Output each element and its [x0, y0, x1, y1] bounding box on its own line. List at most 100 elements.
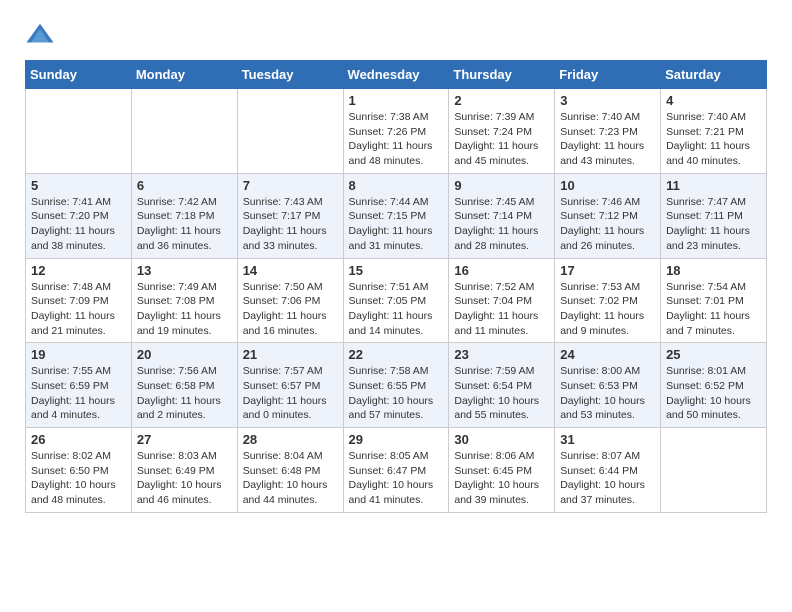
day-info: Sunrise: 7:38 AM Sunset: 7:26 PM Dayligh… — [349, 110, 444, 169]
day-number: 21 — [243, 347, 338, 362]
calendar-week-row: 19 Sunrise: 7:55 AM Sunset: 6:59 PM Dayli… — [26, 343, 767, 428]
day-info: Sunrise: 7:57 AM Sunset: 6:57 PM Dayligh… — [243, 364, 338, 423]
calendar-day-cell: 23 Sunrise: 7:59 AM Sunset: 6:54 PM Dayli… — [449, 343, 555, 428]
calendar-day-header: Friday — [555, 61, 661, 89]
calendar-day-cell: 26 Sunrise: 8:02 AM Sunset: 6:50 PM Dayli… — [26, 428, 132, 513]
calendar-week-row: 1 Sunrise: 7:38 AM Sunset: 7:26 PM Daylig… — [26, 89, 767, 174]
day-info: Sunrise: 7:51 AM Sunset: 7:05 PM Dayligh… — [349, 280, 444, 339]
calendar-day-cell: 11 Sunrise: 7:47 AM Sunset: 7:11 PM Dayli… — [661, 173, 767, 258]
calendar-day-cell: 4 Sunrise: 7:40 AM Sunset: 7:21 PM Daylig… — [661, 89, 767, 174]
day-info: Sunrise: 7:47 AM Sunset: 7:11 PM Dayligh… — [666, 195, 761, 254]
calendar-week-row: 26 Sunrise: 8:02 AM Sunset: 6:50 PM Dayli… — [26, 428, 767, 513]
day-info: Sunrise: 7:40 AM Sunset: 7:21 PM Dayligh… — [666, 110, 761, 169]
day-info: Sunrise: 7:48 AM Sunset: 7:09 PM Dayligh… — [31, 280, 126, 339]
page-header — [10, 10, 782, 55]
day-info: Sunrise: 7:59 AM Sunset: 6:54 PM Dayligh… — [454, 364, 549, 423]
day-number: 14 — [243, 263, 338, 278]
day-number: 2 — [454, 93, 549, 108]
calendar-day-cell: 13Sunrise: 7:49 AM Sunset: 7:08 PM Dayli… — [131, 258, 237, 343]
calendar-day-cell: 31 Sunrise: 8:07 AM Sunset: 6:44 PM Dayli… — [555, 428, 661, 513]
day-info: Sunrise: 7:55 AM Sunset: 6:59 PM Dayligh… — [31, 364, 126, 423]
calendar-day-cell: 10Sunrise: 7:46 AM Sunset: 7:12 PM Dayli… — [555, 173, 661, 258]
calendar-day-cell: 9Sunrise: 7:45 AM Sunset: 7:14 PM Daylig… — [449, 173, 555, 258]
day-info: Sunrise: 8:00 AM Sunset: 6:53 PM Dayligh… — [560, 364, 655, 423]
day-info: Sunrise: 8:03 AM Sunset: 6:49 PM Dayligh… — [137, 449, 232, 508]
calendar-header-row: SundayMondayTuesdayWednesdayThursdayFrid… — [26, 61, 767, 89]
day-info: Sunrise: 7:58 AM Sunset: 6:55 PM Dayligh… — [349, 364, 444, 423]
day-info: Sunrise: 7:43 AM Sunset: 7:17 PM Dayligh… — [243, 195, 338, 254]
calendar-day-cell: 27 Sunrise: 8:03 AM Sunset: 6:49 PM Dayli… — [131, 428, 237, 513]
day-number: 16 — [454, 263, 549, 278]
day-number: 23 — [454, 347, 549, 362]
day-number: 22 — [349, 347, 444, 362]
day-info: Sunrise: 7:50 AM Sunset: 7:06 PM Dayligh… — [243, 280, 338, 339]
calendar-day-cell: 18 Sunrise: 7:54 AM Sunset: 7:01 PM Dayli… — [661, 258, 767, 343]
calendar-day-cell — [661, 428, 767, 513]
day-info: Sunrise: 7:54 AM Sunset: 7:01 PM Dayligh… — [666, 280, 761, 339]
day-info: Sunrise: 7:44 AM Sunset: 7:15 PM Dayligh… — [349, 195, 444, 254]
calendar-week-row: 5Sunrise: 7:41 AM Sunset: 7:20 PM Daylig… — [26, 173, 767, 258]
day-number: 26 — [31, 432, 126, 447]
calendar-day-header: Monday — [131, 61, 237, 89]
calendar-day-cell: 16 Sunrise: 7:52 AM Sunset: 7:04 PM Dayli… — [449, 258, 555, 343]
calendar-table: SundayMondayTuesdayWednesdayThursdayFrid… — [25, 60, 767, 513]
day-number: 5 — [31, 178, 126, 193]
calendar-day-cell: 20 Sunrise: 7:56 AM Sunset: 6:58 PM Dayli… — [131, 343, 237, 428]
calendar-day-header: Sunday — [26, 61, 132, 89]
calendar-day-cell: 28Sunrise: 8:04 AM Sunset: 6:48 PM Dayli… — [237, 428, 343, 513]
calendar-day-header: Tuesday — [237, 61, 343, 89]
day-info: Sunrise: 7:40 AM Sunset: 7:23 PM Dayligh… — [560, 110, 655, 169]
day-number: 19 — [31, 347, 126, 362]
calendar-day-header: Thursday — [449, 61, 555, 89]
day-number: 1 — [349, 93, 444, 108]
day-number: 20 — [137, 347, 232, 362]
day-info: Sunrise: 7:45 AM Sunset: 7:14 PM Dayligh… — [454, 195, 549, 254]
calendar-day-header: Saturday — [661, 61, 767, 89]
day-info: Sunrise: 8:01 AM Sunset: 6:52 PM Dayligh… — [666, 364, 761, 423]
calendar-day-cell: 25 Sunrise: 8:01 AM Sunset: 6:52 PM Dayli… — [661, 343, 767, 428]
calendar-day-cell: 21 Sunrise: 7:57 AM Sunset: 6:57 PM Dayli… — [237, 343, 343, 428]
calendar-day-cell: 15 Sunrise: 7:51 AM Sunset: 7:05 PM Dayli… — [343, 258, 449, 343]
logo-icon — [25, 20, 55, 50]
calendar-day-cell: 1 Sunrise: 7:38 AM Sunset: 7:26 PM Daylig… — [343, 89, 449, 174]
calendar-week-row: 12Sunrise: 7:48 AM Sunset: 7:09 PM Dayli… — [26, 258, 767, 343]
day-info: Sunrise: 7:53 AM Sunset: 7:02 PM Dayligh… — [560, 280, 655, 339]
day-number: 13 — [137, 263, 232, 278]
calendar-day-cell: 2 Sunrise: 7:39 AM Sunset: 7:24 PM Daylig… — [449, 89, 555, 174]
calendar-day-cell: 7Sunrise: 7:43 AM Sunset: 7:17 PM Daylig… — [237, 173, 343, 258]
calendar-day-cell: 8 Sunrise: 7:44 AM Sunset: 7:15 PM Daylig… — [343, 173, 449, 258]
day-number: 18 — [666, 263, 761, 278]
calendar-day-cell — [26, 89, 132, 174]
day-number: 28 — [243, 432, 338, 447]
calendar-day-cell: 12Sunrise: 7:48 AM Sunset: 7:09 PM Dayli… — [26, 258, 132, 343]
day-info: Sunrise: 7:56 AM Sunset: 6:58 PM Dayligh… — [137, 364, 232, 423]
day-number: 15 — [349, 263, 444, 278]
day-number: 24 — [560, 347, 655, 362]
day-info: Sunrise: 8:05 AM Sunset: 6:47 PM Dayligh… — [349, 449, 444, 508]
day-number: 17 — [560, 263, 655, 278]
day-number: 30 — [454, 432, 549, 447]
calendar-day-cell: 24 Sunrise: 8:00 AM Sunset: 6:53 PM Dayli… — [555, 343, 661, 428]
calendar-day-header: Wednesday — [343, 61, 449, 89]
calendar-day-cell: 3 Sunrise: 7:40 AM Sunset: 7:23 PM Daylig… — [555, 89, 661, 174]
day-info: Sunrise: 8:02 AM Sunset: 6:50 PM Dayligh… — [31, 449, 126, 508]
calendar-day-cell: 22 Sunrise: 7:58 AM Sunset: 6:55 PM Dayli… — [343, 343, 449, 428]
day-number: 8 — [349, 178, 444, 193]
day-info: Sunrise: 7:52 AM Sunset: 7:04 PM Dayligh… — [454, 280, 549, 339]
day-number: 29 — [349, 432, 444, 447]
calendar-day-cell: 5Sunrise: 7:41 AM Sunset: 7:20 PM Daylig… — [26, 173, 132, 258]
calendar-day-cell — [237, 89, 343, 174]
calendar-day-cell: 14 Sunrise: 7:50 AM Sunset: 7:06 PM Dayli… — [237, 258, 343, 343]
day-number: 10 — [560, 178, 655, 193]
calendar-day-cell — [131, 89, 237, 174]
day-number: 6 — [137, 178, 232, 193]
calendar-day-cell: 17 Sunrise: 7:53 AM Sunset: 7:02 PM Dayli… — [555, 258, 661, 343]
day-number: 3 — [560, 93, 655, 108]
day-number: 25 — [666, 347, 761, 362]
day-number: 4 — [666, 93, 761, 108]
day-number: 11 — [666, 178, 761, 193]
day-info: Sunrise: 7:39 AM Sunset: 7:24 PM Dayligh… — [454, 110, 549, 169]
day-number: 31 — [560, 432, 655, 447]
day-number: 27 — [137, 432, 232, 447]
day-info: Sunrise: 8:07 AM Sunset: 6:44 PM Dayligh… — [560, 449, 655, 508]
